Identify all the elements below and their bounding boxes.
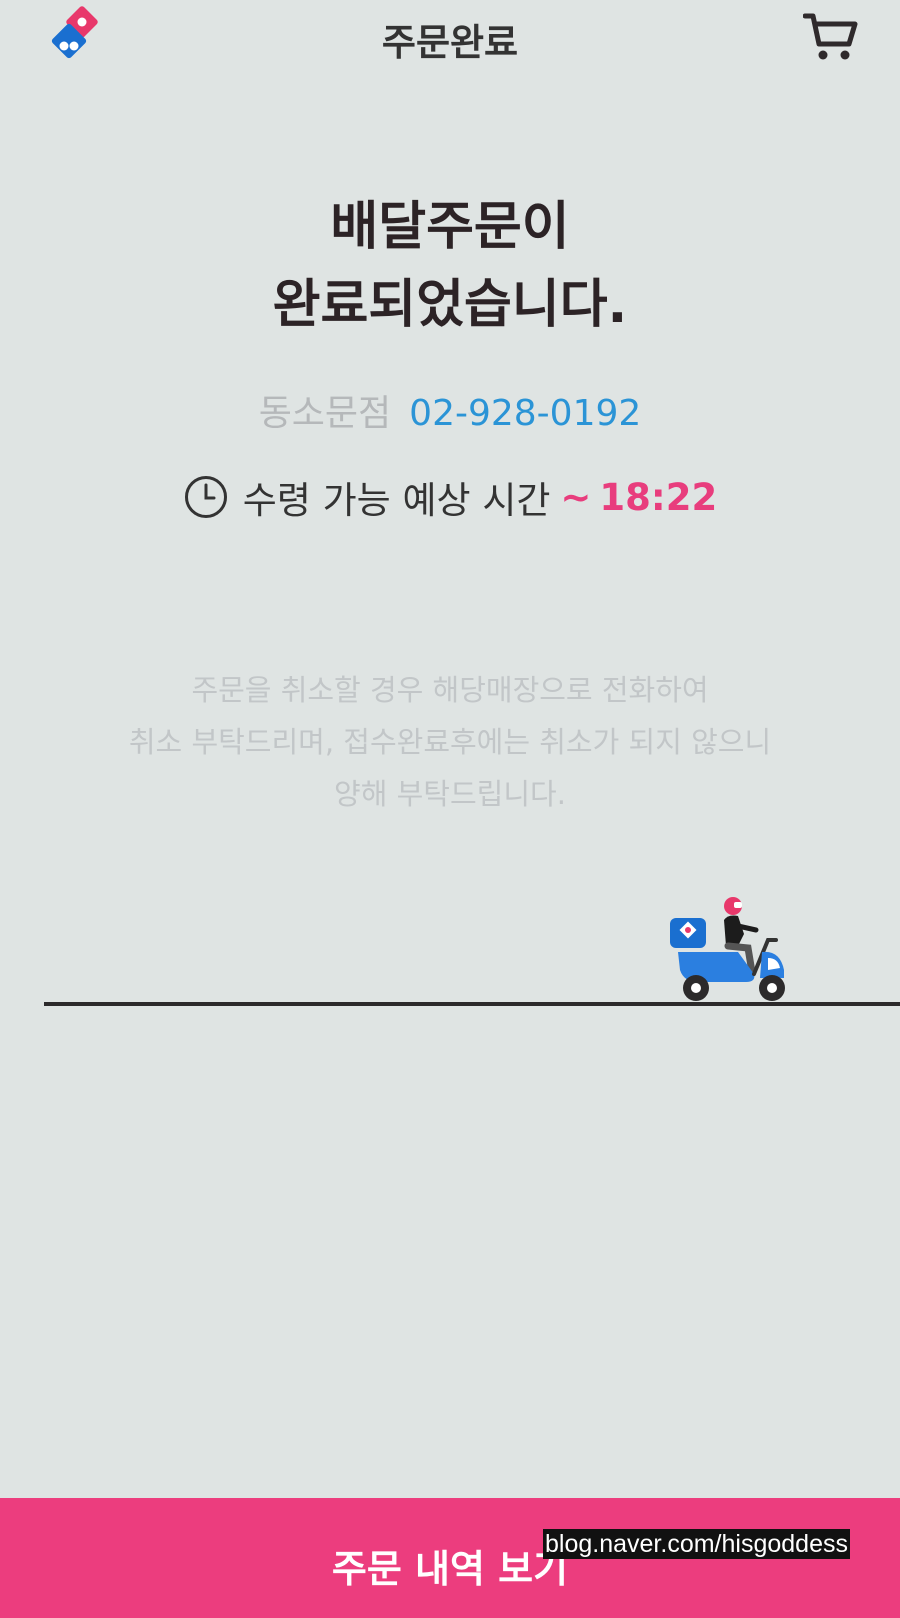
pickup-time-row: 수령 가능 예상 시간 ~ 18:22: [0, 470, 900, 524]
app-header: 주문완료: [0, 0, 900, 80]
store-name: 동소문점: [258, 393, 392, 434]
notice-line-3: 양해 부탁드립니다.: [334, 777, 566, 811]
cart-icon[interactable]: [803, 12, 859, 62]
delivery-scooter-illustration: [670, 897, 785, 1001]
headline-line-2: 완료되었습니다.: [272, 275, 628, 335]
pickup-time-label: 수령 가능 예상 시간: [242, 479, 551, 522]
notice-line-1: 주문을 취소할 경우 해당매장으로 전화하여: [191, 673, 709, 707]
pickup-time-value: 18:22: [599, 475, 718, 519]
store-info: 동소문점 02-928-0192: [0, 384, 900, 436]
blog-watermark: blog.naver.com/hisgoddess: [543, 1529, 850, 1559]
clock-icon: [184, 476, 227, 518]
pickup-time-prefix: ~: [560, 475, 592, 519]
order-complete-headline: 배달주문이 완료되었습니다.: [0, 188, 900, 344]
store-phone-link[interactable]: 02-928-0192: [409, 393, 641, 434]
ground-line: [44, 1002, 900, 1006]
cancellation-notice: 주문을 취소할 경우 해당매장으로 전화하여 취소 부탁드리며, 접수완료후에는…: [80, 664, 820, 820]
page-title: 주문완료: [381, 21, 519, 64]
notice-line-2: 취소 부탁드리며, 접수완료후에는 취소가 되지 않으니: [128, 725, 772, 759]
headline-line-1: 배달주문이: [330, 197, 570, 257]
